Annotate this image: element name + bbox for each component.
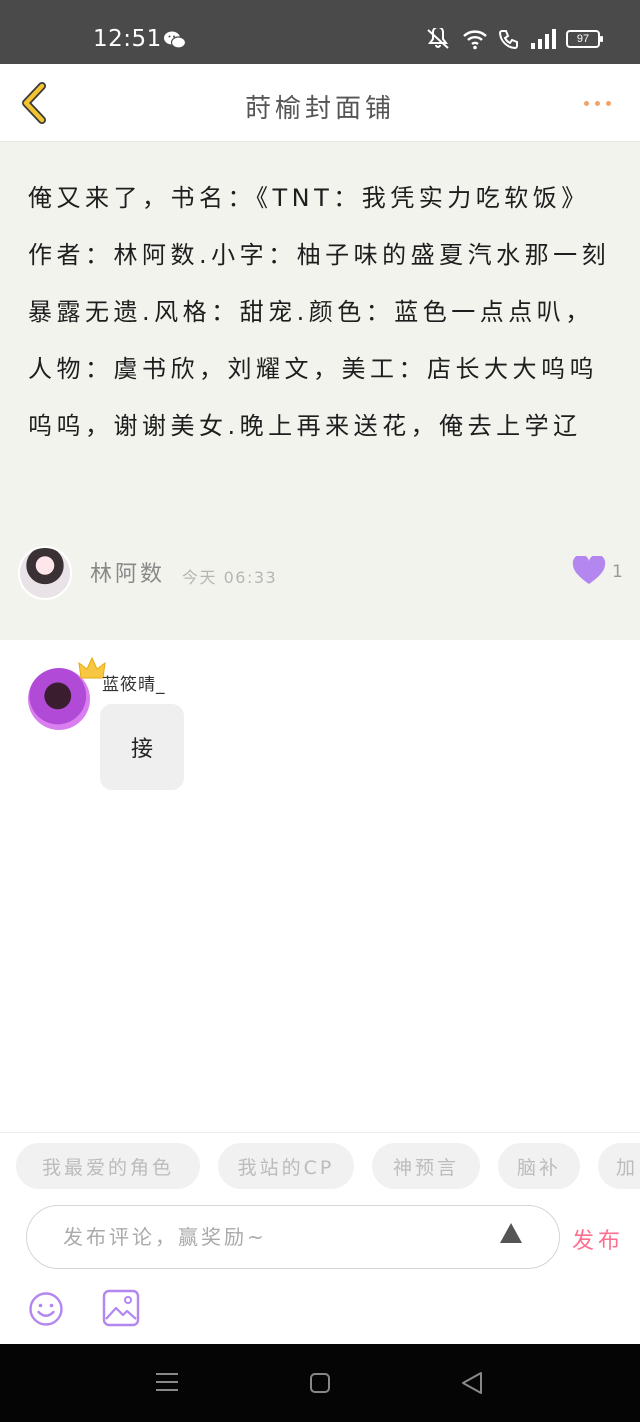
- author-name[interactable]: 林阿数: [90, 556, 165, 588]
- page-title: 莳榆封面铺: [244, 94, 395, 124]
- topic-tag-row: 我最爱的角色 我站的CP 神预言 脑补 加: [16, 1143, 640, 1191]
- wechat-icon: [164, 31, 187, 49]
- like-count: 1: [612, 562, 623, 582]
- topic-tag[interactable]: 我站的CP: [218, 1143, 354, 1189]
- menu-icon[interactable]: [155, 1371, 179, 1393]
- publish-button[interactable]: 发布: [572, 1223, 624, 1255]
- battery-icon: 97: [566, 30, 603, 48]
- more-dot-icon: [595, 100, 600, 106]
- topic-tag[interactable]: 神预言: [372, 1143, 480, 1189]
- comment-input[interactable]: [26, 1205, 560, 1269]
- send-triangle-icon[interactable]: [498, 1221, 524, 1245]
- comment-composer: 我最爱的角色 我站的CP 神预言 脑补 加 发布: [0, 1132, 640, 1344]
- status-bar: 12:51 97: [0, 0, 640, 64]
- image-icon[interactable]: [102, 1289, 140, 1327]
- nav-back-icon[interactable]: [460, 1370, 484, 1396]
- mute-icon: [427, 28, 449, 49]
- wifi-icon: [463, 30, 487, 50]
- more-button[interactable]: [584, 94, 618, 112]
- system-nav-bar: [0, 1344, 640, 1422]
- topic-tag[interactable]: 脑补: [498, 1143, 580, 1189]
- header: 莳榆封面铺: [0, 64, 640, 142]
- comment-text: 接: [130, 737, 153, 762]
- more-dot-icon: [584, 100, 589, 106]
- like-heart-icon[interactable]: [572, 556, 606, 586]
- author-avatar[interactable]: [18, 546, 72, 600]
- topic-tag[interactable]: 加: [598, 1143, 640, 1189]
- commenter-name[interactable]: 蓝筱晴_: [102, 670, 166, 695]
- emoji-icon[interactable]: [28, 1291, 64, 1327]
- home-icon[interactable]: [309, 1372, 331, 1394]
- post-time: 今天 06:33: [182, 568, 278, 587]
- signal-icon: [531, 29, 556, 49]
- battery-level: 97: [576, 33, 590, 45]
- post-text: 俺又来了，书名：《TNT：我凭实力吃软饭》作者：林阿数.小字：柚子味的盛夏汽水那…: [28, 184, 611, 440]
- status-icons: 97: [424, 24, 603, 54]
- status-time: 12:51: [93, 26, 162, 52]
- topic-tag[interactable]: 我最爱的角色: [16, 1143, 200, 1189]
- more-dot-icon: [606, 100, 611, 106]
- post-card: 俺又来了，书名：《TNT：我凭实力吃软饭》作者：林阿数.小字：柚子味的盛夏汽水那…: [0, 142, 640, 640]
- comment-bubble[interactable]: 接: [100, 704, 184, 790]
- volte-call-icon: [498, 30, 518, 50]
